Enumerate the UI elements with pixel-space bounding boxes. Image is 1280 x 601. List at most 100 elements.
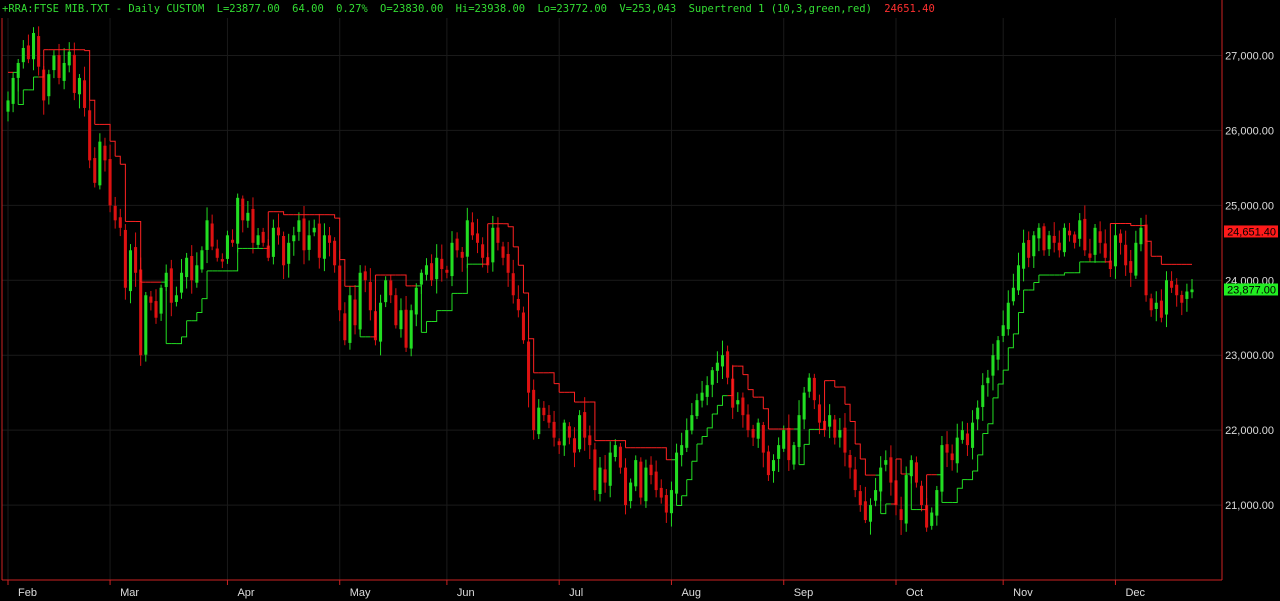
candle-body <box>787 427 791 461</box>
candle-body <box>1164 280 1169 315</box>
candle-body <box>287 242 291 264</box>
x-tick-label: Oct <box>906 587 923 599</box>
x-tick-label: May <box>350 587 371 599</box>
candle-body <box>1062 227 1066 253</box>
supertrend-segment <box>263 211 269 249</box>
candle-body <box>511 273 515 296</box>
candle-body <box>1190 289 1194 293</box>
candle-body <box>1103 243 1107 258</box>
candle-body <box>838 430 842 438</box>
supertrend-segment <box>201 270 208 300</box>
supertrend-segment <box>839 386 846 405</box>
candle-body <box>430 263 434 281</box>
supertrend-segment <box>676 495 683 506</box>
candle-body <box>710 370 714 385</box>
candle-body <box>93 158 97 183</box>
candle-body <box>583 412 587 438</box>
candle-body <box>720 355 725 367</box>
candle-body <box>1175 284 1179 296</box>
supertrend-segment <box>758 396 764 409</box>
supertrend-segment <box>1033 275 1040 284</box>
candle-body <box>1124 244 1128 266</box>
candle-body <box>200 250 204 270</box>
candle-body <box>1088 253 1092 258</box>
candle-body <box>327 235 332 243</box>
supertrend-segment <box>1008 333 1014 349</box>
y-tick-label: 22,000.00 <box>1225 425 1274 437</box>
candle-body <box>506 253 510 273</box>
candle-body <box>159 287 163 314</box>
candle-body <box>965 433 969 446</box>
supertrend-segment <box>620 440 627 448</box>
supertrend-segment <box>1156 255 1162 265</box>
candle-body <box>950 453 954 461</box>
candle-body <box>919 485 924 506</box>
candle-body <box>225 235 229 259</box>
candle-body <box>62 62 66 81</box>
supertrend-segment <box>977 433 984 456</box>
candle-body <box>31 32 36 60</box>
supertrend-segment <box>589 401 596 441</box>
candle-body <box>766 451 770 476</box>
supertrend-segment <box>1013 312 1019 335</box>
candle-body <box>205 220 209 250</box>
candle-body <box>971 422 975 448</box>
supertrend-segment <box>829 380 836 388</box>
supertrend-segment <box>421 321 427 333</box>
candle-body <box>185 257 189 278</box>
candle-body <box>11 77 15 104</box>
supertrend-segment <box>518 264 524 294</box>
candle-body <box>174 295 178 302</box>
supertrend-segment <box>120 163 126 222</box>
candle-body <box>414 287 418 315</box>
supertrend-segment <box>972 454 979 472</box>
supertrend-segment <box>855 443 861 459</box>
candle-body <box>481 244 485 258</box>
candle-body <box>440 258 444 270</box>
price-chart[interactable]: 21,000.0022,000.0023,000.0024,000.0025,0… <box>0 0 1280 601</box>
supertrend-segment <box>1018 290 1025 313</box>
candle-body <box>103 145 107 161</box>
candle-body <box>1032 235 1036 257</box>
candle-body <box>338 265 342 311</box>
candle-body <box>154 301 158 318</box>
candle-body <box>353 299 357 326</box>
candle-body <box>1149 298 1153 311</box>
candle-body <box>726 351 730 378</box>
supertrend-segment <box>104 123 111 142</box>
candle-body <box>404 309 408 348</box>
candle-body <box>450 242 454 277</box>
candle-body <box>527 341 531 393</box>
x-tick-label: Feb <box>18 587 37 599</box>
supertrend-segment <box>554 383 560 393</box>
candle-body <box>389 280 393 296</box>
candle-body <box>26 45 30 60</box>
candle-body <box>853 469 857 491</box>
supertrend-segment <box>691 443 698 462</box>
candle-body <box>246 212 250 221</box>
candle-body <box>496 227 500 243</box>
candle-body <box>312 227 316 233</box>
supertrend-segment <box>860 458 866 476</box>
candle-body <box>1052 235 1056 243</box>
candle-body <box>282 236 286 266</box>
candle-body <box>782 430 786 449</box>
candle-body <box>848 455 852 468</box>
candle-body <box>37 36 41 67</box>
supertrend-segment <box>982 423 989 435</box>
x-tick-label: Nov <box>1013 587 1033 599</box>
supertrend-segment <box>503 223 509 227</box>
candle-body <box>858 491 862 506</box>
x-tick-label: Aug <box>681 587 701 599</box>
y-tick-label: 25,000.00 <box>1225 200 1274 212</box>
candle-body <box>123 229 127 288</box>
supertrend-segment <box>661 447 667 460</box>
candle-body <box>256 235 260 245</box>
candle-body <box>874 490 878 501</box>
x-tick-label: Jul <box>569 587 583 599</box>
candle-body <box>578 415 582 450</box>
supertrend-segment <box>462 264 468 294</box>
candle-body <box>108 159 112 206</box>
candle-body <box>118 217 122 228</box>
candle-body <box>618 446 622 468</box>
